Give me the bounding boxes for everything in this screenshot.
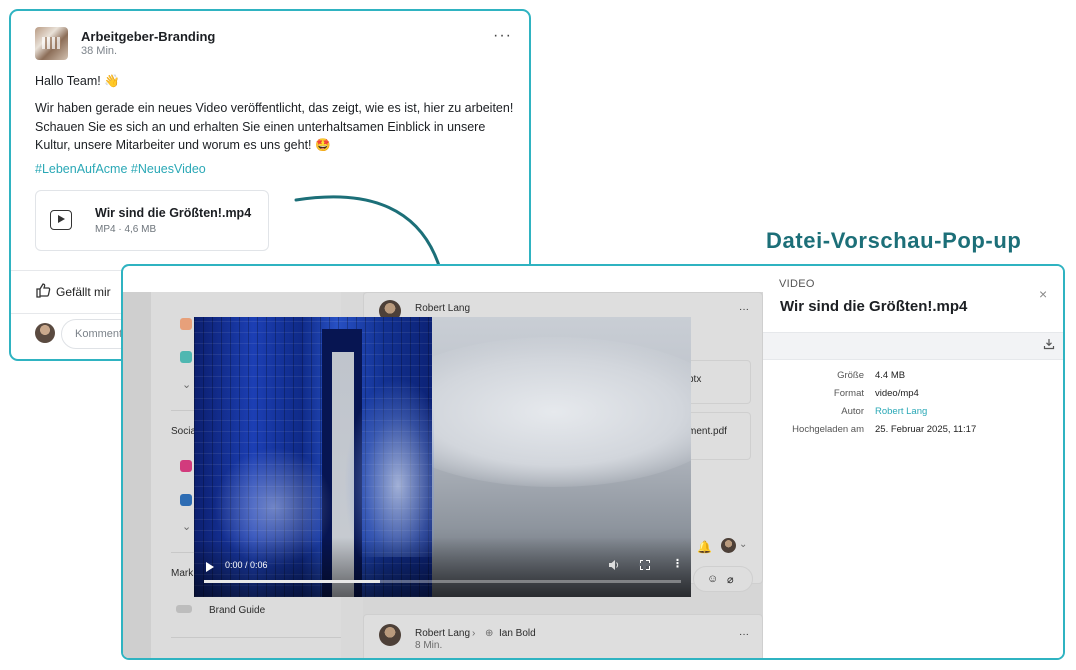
meta-value-size: 4.4 MB bbox=[875, 370, 906, 381]
linkedin-icon bbox=[180, 494, 192, 506]
video-menu-icon[interactable]: ⋮ bbox=[672, 557, 683, 570]
user-avatar bbox=[35, 323, 55, 343]
details-toolbar bbox=[763, 332, 1063, 360]
sidebar-section-marketing: Mark bbox=[171, 568, 194, 579]
meta-key-size: Größe bbox=[837, 370, 864, 381]
post-hashtags[interactable]: #LebenAufAcme #NeuesVideo bbox=[35, 162, 206, 176]
thumbs-up-icon[interactable] bbox=[35, 282, 51, 301]
file-type-label: VIDEO bbox=[779, 278, 815, 290]
chevron-right-icon: › bbox=[472, 628, 476, 639]
meta-key-uploaded: Hochgeladen am bbox=[792, 424, 864, 435]
meta-value-format: video/mp4 bbox=[875, 388, 919, 399]
comment-box bbox=[693, 566, 753, 592]
meta-value-uploaded: 25. Februar 2025, 11:17 bbox=[875, 424, 977, 435]
app-icon bbox=[180, 351, 192, 363]
feed-post-author: Robert Lang bbox=[415, 628, 471, 639]
volume-icon[interactable] bbox=[608, 559, 620, 574]
file-preview-popup: ⌄ Socia ⌄ Mark Brand Guide Robert Lang ·… bbox=[121, 264, 1065, 660]
video-frame-reflection bbox=[344, 377, 434, 557]
post-time: 38 Min. bbox=[81, 45, 118, 57]
video-player[interactable]: 0:00 / 0:06 ⋮ bbox=[194, 317, 691, 597]
feed-post-time: 8 Min. bbox=[415, 640, 443, 651]
more-options-icon[interactable]: ··· bbox=[493, 27, 512, 45]
download-icon[interactable] bbox=[1043, 338, 1055, 353]
post-avatar[interactable] bbox=[35, 27, 68, 60]
instagram-icon bbox=[180, 460, 192, 472]
app-icon bbox=[180, 318, 192, 330]
meta-key-format: Format bbox=[833, 388, 864, 399]
meta-key-author: Autor bbox=[841, 406, 864, 417]
bell-icon: 🔔 bbox=[697, 540, 712, 554]
post-author[interactable]: Arbeitgeber-Branding bbox=[81, 29, 215, 44]
divider bbox=[171, 637, 341, 638]
file-name: ment.pdf bbox=[688, 426, 727, 437]
like-button[interactable]: Gefällt mir bbox=[56, 285, 111, 299]
avatar bbox=[379, 624, 401, 646]
more-options-icon: ··· bbox=[739, 304, 749, 315]
close-icon[interactable]: × bbox=[1039, 286, 1047, 302]
globe-icon: ⊕ bbox=[485, 628, 494, 639]
meta-value-author-link[interactable]: Robert Lang bbox=[875, 406, 927, 417]
fullscreen-icon[interactable] bbox=[639, 559, 650, 570]
sidebar-item-brand-guide[interactable]: Brand Guide bbox=[209, 605, 265, 616]
avatar bbox=[721, 538, 736, 553]
play-icon[interactable] bbox=[206, 562, 214, 572]
annotation-label: Datei-Vorschau-Pop-up bbox=[766, 228, 1022, 253]
video-file-icon bbox=[50, 210, 72, 230]
chevron-down-icon: ⌄ bbox=[182, 379, 192, 391]
paperclip-icon: ⌀ bbox=[727, 574, 734, 586]
file-details-panel: VIDEO Wir sind die Größten!.mp4 × Größe … bbox=[763, 266, 1063, 658]
more-options-icon: ··· bbox=[739, 629, 749, 640]
video-progress-bar[interactable] bbox=[204, 580, 681, 583]
post-greeting: Hallo Team! 👋 bbox=[35, 74, 120, 88]
video-progress-fill bbox=[204, 580, 381, 583]
file-title: Wir sind die Größten!.mp4 bbox=[780, 298, 968, 315]
sidebar-section-social: Socia bbox=[171, 426, 197, 437]
video-time: 0:00 / 0:06 bbox=[225, 560, 268, 570]
attachment-name: Wir sind die Größten!.mp4 bbox=[95, 206, 252, 220]
emoji-icon: ☺ bbox=[707, 573, 719, 585]
feed-post-author: Robert Lang bbox=[415, 303, 471, 314]
feed-post-target: Ian Bold bbox=[499, 628, 536, 639]
document-icon bbox=[176, 605, 192, 613]
chevron-down-icon: ⌄ bbox=[739, 539, 748, 550]
video-attachment[interactable]: Wir sind die Größten!.mp4 MP4 · 4,6 MB bbox=[35, 190, 269, 251]
post-body: Wir haben gerade ein neues Video veröffe… bbox=[35, 101, 514, 152]
chevron-down-icon: ⌄ bbox=[182, 521, 192, 533]
app-rail bbox=[123, 292, 151, 658]
attachment-meta: MP4 · 4,6 MB bbox=[95, 224, 157, 235]
